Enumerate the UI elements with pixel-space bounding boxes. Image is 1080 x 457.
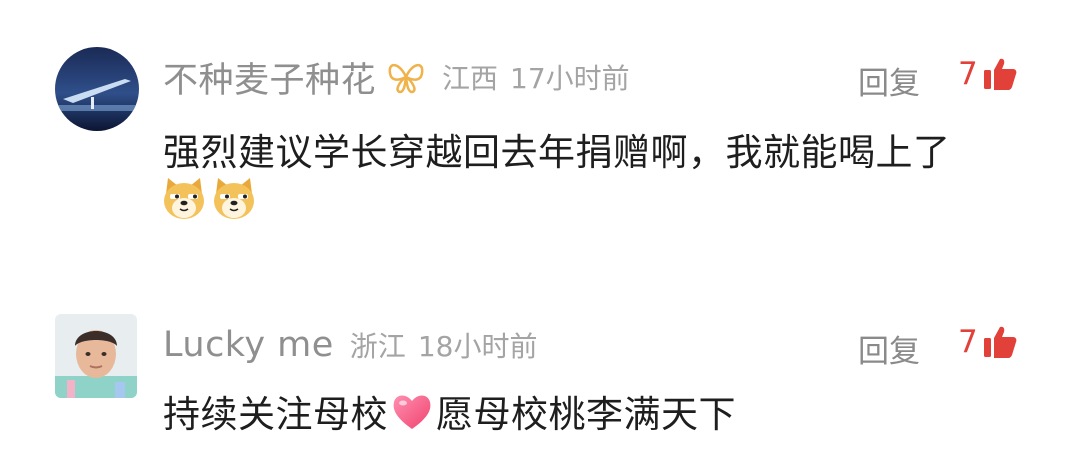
- comment-meta: 不种麦子种花 江西 17小时前: [163, 52, 630, 102]
- doge-emoji-icon: [214, 178, 254, 219]
- like-count: 7: [958, 56, 978, 92]
- butterfly-badge-icon: [386, 59, 426, 95]
- emoji-row: [160, 174, 260, 222]
- doge-emoji-icon: [164, 178, 204, 219]
- thumbs-up-icon: [983, 326, 1017, 358]
- thumbs-up-icon: [983, 58, 1017, 90]
- like-button[interactable]: 7: [958, 56, 1018, 92]
- location: 浙江: [349, 330, 406, 363]
- comment-item: Lucky me 浙江 18小时前 回复 7 持续关注母校 愿母校桃李满天下: [0, 300, 1080, 457]
- comment-text-part: 愿母校桃李满天下: [436, 393, 736, 436]
- comment-text-part: 持续关注母校: [163, 393, 388, 436]
- username[interactable]: 不种麦子种花: [163, 52, 376, 103]
- reply-button[interactable]: 回复: [858, 58, 920, 103]
- username[interactable]: Lucky me: [163, 325, 334, 365]
- comment-text: 强烈建议学长穿越回去年捐赠啊，我就能喝上了: [163, 131, 951, 174]
- location: 江西: [442, 62, 499, 95]
- timestamp: 17小时前: [510, 62, 630, 95]
- heart-emoji-icon: [393, 395, 431, 429]
- comment-item: 不种麦子种花 江西 17小时前 回复 7 强烈建议学长穿越回去年捐赠啊，我就能喝…: [0, 0, 1080, 250]
- timestamp: 18小时前: [417, 330, 538, 363]
- like-count: 7: [958, 324, 978, 360]
- like-button[interactable]: 7: [958, 324, 1018, 360]
- comment-text: 持续关注母校 愿母校桃李满天下: [163, 384, 736, 438]
- reply-button[interactable]: 回复: [858, 326, 920, 371]
- avatar[interactable]: [55, 314, 137, 398]
- comment-meta: Lucky me 浙江 18小时前: [163, 320, 537, 370]
- avatar[interactable]: [55, 47, 139, 131]
